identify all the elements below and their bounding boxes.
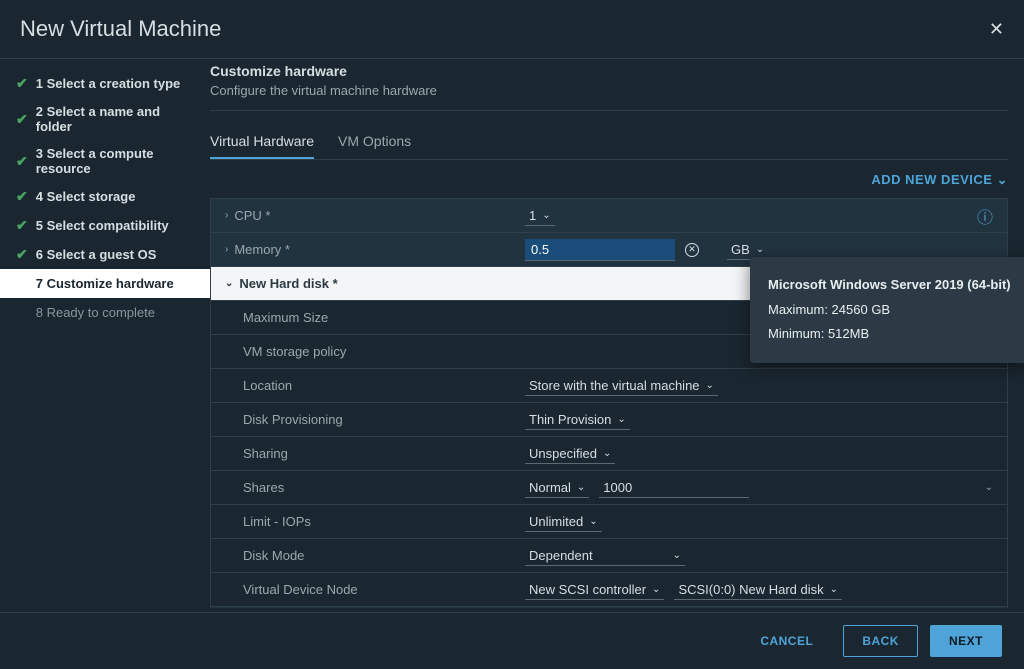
- step-5[interactable]: ✔ 5 Select compatibility: [0, 211, 210, 240]
- vdn-device-select[interactable]: SCSI(0:0) New Hard disk⌄: [674, 580, 842, 600]
- step-1[interactable]: ✔ 1 Select a creation type: [0, 69, 210, 98]
- wizard-steps: ✔ 1 Select a creation type ✔ 2 Select a na…: [0, 59, 210, 608]
- disk-provisioning-select[interactable]: Thin Provision⌄: [525, 410, 630, 430]
- tooltip-max: Maximum: 24560 GB: [768, 298, 1012, 323]
- chevron-down-icon: ⌄: [997, 172, 1008, 187]
- check-icon: ✔: [16, 217, 28, 234]
- step-4[interactable]: ✔ 4 Select storage: [0, 182, 210, 211]
- label-text: Memory *: [234, 242, 290, 257]
- clear-icon[interactable]: ✕: [685, 243, 699, 257]
- location-row: Location Store with the virtual machine⌄: [211, 369, 1007, 403]
- chevron-down-icon: ⌄: [589, 516, 597, 527]
- chevron-down-icon: ⌄: [652, 584, 660, 595]
- step-label: 8 Ready to complete: [36, 305, 155, 320]
- chevron-right-icon[interactable]: ›: [225, 210, 228, 221]
- new-scsi-row: ›New SCSI controller * LSI Logic SAS: [211, 607, 1007, 608]
- sharing-row: Sharing Unspecified⌄: [211, 437, 1007, 471]
- chevron-down-icon[interactable]: ⌄: [225, 278, 233, 289]
- chevron-down-icon: ⌄: [830, 584, 838, 595]
- next-button[interactable]: NEXT: [930, 625, 1002, 657]
- disk-provisioning-row: Disk Provisioning Thin Provision⌄: [211, 403, 1007, 437]
- shares-row: Shares Normal⌄ ⌄: [211, 471, 1007, 505]
- close-icon[interactable]: ✕: [989, 19, 1004, 40]
- step-label: 5 Select compatibility: [36, 218, 169, 233]
- section-subheading: Configure the virtual machine hardware: [210, 83, 1008, 98]
- back-button[interactable]: BACK: [843, 625, 918, 657]
- step-label: 2 Select a name and folder: [36, 104, 194, 134]
- chevron-down-icon: ⌄: [542, 210, 550, 221]
- step-8: ✔8 Ready to complete: [0, 298, 210, 327]
- step-label: 1 Select a creation type: [36, 76, 181, 91]
- step-label: 7 Customize hardware: [36, 276, 174, 291]
- disk-mode-select[interactable]: Dependent⌄: [525, 546, 685, 566]
- check-icon: ✔: [16, 153, 28, 170]
- step-7[interactable]: ✔7 Customize hardware: [0, 269, 210, 298]
- step-label: 3 Select a compute resource: [36, 146, 194, 176]
- shares-select[interactable]: Normal⌄: [525, 478, 589, 498]
- dialog-title: New Virtual Machine: [20, 16, 221, 42]
- disk-mode-row: Disk Mode Dependent⌄: [211, 539, 1007, 573]
- tooltip-os: Microsoft Windows Server 2019 (64-bit): [768, 273, 1012, 298]
- step-3[interactable]: ✔ 3 Select a compute resource: [0, 140, 210, 182]
- section-heading: Customize hardware: [210, 63, 1008, 79]
- chevron-right-icon[interactable]: ›: [225, 244, 228, 255]
- chevron-down-icon: ⌄: [617, 414, 625, 425]
- limit-iops-select[interactable]: Unlimited⌄: [525, 512, 602, 532]
- label-text: New Hard disk *: [239, 276, 337, 291]
- tab-virtual-hardware[interactable]: Virtual Hardware: [210, 125, 314, 159]
- tab-vm-options[interactable]: VM Options: [338, 125, 411, 159]
- check-icon: ✔: [16, 75, 28, 92]
- vdn-controller-select[interactable]: New SCSI controller⌄: [525, 580, 664, 600]
- chevron-down-icon: ⌄: [603, 448, 611, 459]
- chevron-down-icon: ⌄: [756, 244, 764, 255]
- limit-iops-row: Limit - IOPs Unlimited⌄: [211, 505, 1007, 539]
- label-text: CPU *: [234, 208, 270, 223]
- memory-input[interactable]: [525, 239, 675, 261]
- location-select[interactable]: Store with the virtual machine⌄: [525, 376, 718, 396]
- chevron-down-icon: ⌄: [577, 482, 585, 493]
- shares-input[interactable]: [599, 478, 749, 498]
- step-2[interactable]: ✔ 2 Select a name and folder: [0, 98, 210, 140]
- cpu-row: › CPU * 1⌄ ⓘ: [211, 199, 1007, 233]
- check-icon: ✔: [16, 111, 28, 128]
- add-new-device-button[interactable]: ADD NEW DEVICE ⌄: [210, 172, 1008, 188]
- cpu-select[interactable]: 1⌄: [525, 206, 555, 226]
- step-label: 6 Select a guest OS: [36, 247, 157, 262]
- step-label: 4 Select storage: [36, 189, 136, 204]
- chevron-down-icon: ⌄: [673, 550, 681, 561]
- chevron-down-icon[interactable]: ⌄: [985, 482, 993, 493]
- step-6[interactable]: ✔ 6 Select a guest OS: [0, 240, 210, 269]
- chevron-down-icon: ⌄: [706, 380, 714, 391]
- check-icon: ✔: [16, 188, 28, 205]
- divider: [210, 110, 1008, 111]
- info-icon[interactable]: ⓘ: [977, 204, 993, 228]
- cancel-button[interactable]: CANCEL: [742, 625, 831, 657]
- virtual-device-node-row: Virtual Device Node New SCSI controller⌄…: [211, 573, 1007, 607]
- sharing-select[interactable]: Unspecified⌄: [525, 444, 615, 464]
- memory-tooltip: Microsoft Windows Server 2019 (64-bit) M…: [750, 257, 1024, 363]
- tooltip-min: Minimum: 512MB: [768, 322, 1012, 347]
- check-icon: ✔: [16, 246, 28, 263]
